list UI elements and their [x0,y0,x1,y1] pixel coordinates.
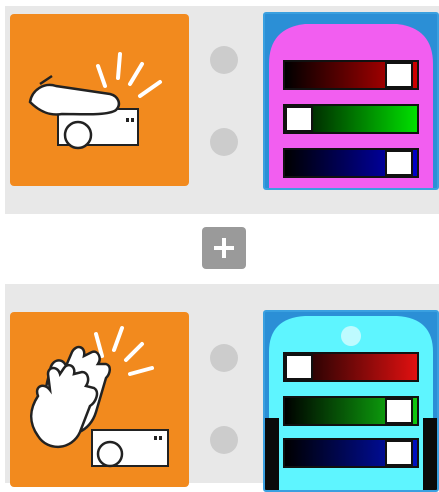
plus-icon [214,238,234,258]
red-slider[interactable] [283,60,419,90]
hands-clap-icon [30,326,169,468]
action-block-rgb[interactable] [263,12,439,190]
blue-slider[interactable] [283,438,419,468]
green-slider[interactable] [283,104,419,134]
rule-row-2 [5,284,439,492]
trigger-block-clap[interactable] [10,312,189,487]
add-rule-button[interactable] [202,227,246,269]
blue-slider-knob[interactable] [385,440,413,466]
red-slider[interactable] [283,352,419,382]
blue-slider-knob[interactable] [385,150,413,176]
green-slider[interactable] [283,396,419,426]
port-top[interactable] [210,46,238,74]
port-top[interactable] [210,344,238,372]
hand-press-icon [28,52,162,150]
trigger-block-press[interactable] [10,14,189,186]
action-block-rgb[interactable] [263,310,439,492]
green-slider-knob[interactable] [285,106,313,132]
green-slider-knob[interactable] [385,398,413,424]
blue-slider[interactable] [283,148,419,178]
red-slider-knob[interactable] [285,354,313,380]
port-bottom[interactable] [210,128,238,156]
red-slider-knob[interactable] [385,62,413,88]
rule-row-1 [5,6,439,214]
port-bottom[interactable] [210,426,238,454]
